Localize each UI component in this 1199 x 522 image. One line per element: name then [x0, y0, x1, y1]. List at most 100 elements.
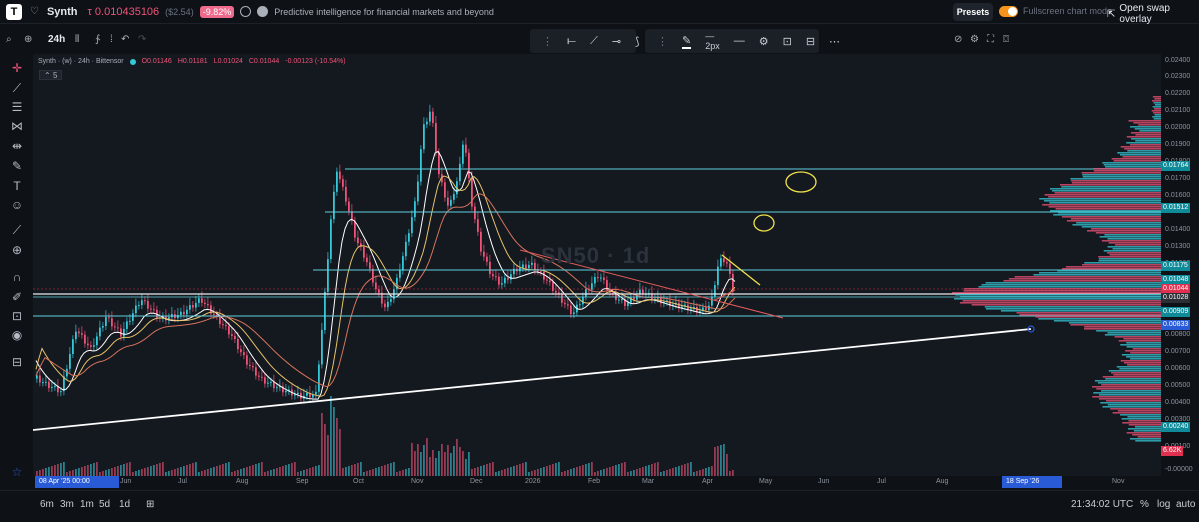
candle-body: [45, 381, 47, 383]
fullscreen-toggle[interactable]: [999, 6, 1018, 17]
undo-icon[interactable]: ↶: [121, 34, 129, 45]
volume-profile-bar: [1132, 348, 1161, 350]
candle-body: [276, 387, 278, 389]
compare-icon[interactable]: ⁞: [110, 34, 113, 45]
horizontal-line-icon[interactable]: ⊸: [612, 35, 621, 48]
indicators-icon[interactable]: ∱: [95, 34, 100, 45]
volume-profile-bar: [1068, 322, 1161, 324]
globe-icon[interactable]: [240, 6, 252, 17]
candle-body: [711, 296, 713, 306]
volume-profile-bar: [1049, 188, 1161, 190]
lock-drawings-icon[interactable]: ✐: [9, 289, 25, 305]
candle-body: [597, 277, 599, 279]
pen-icon[interactable]: ✎: [682, 34, 692, 49]
candle-body: [135, 305, 137, 314]
redo-icon[interactable]: ↷: [138, 34, 146, 45]
candles-icon[interactable]: ⫴: [75, 34, 79, 45]
candle-body: [453, 194, 455, 200]
candle-body: [306, 393, 308, 396]
zoom-icon[interactable]: ⊘: [954, 34, 962, 45]
stroke-width-selector[interactable]: — 2px: [705, 31, 720, 51]
volume-bar: [354, 464, 356, 476]
indicator-count-badge[interactable]: ⌃ 5: [39, 70, 63, 80]
range-1d[interactable]: 1d: [119, 499, 130, 510]
star-icon[interactable]: ☆: [9, 464, 25, 480]
volume-bar: [636, 469, 638, 476]
volume-profile-bar: [1123, 338, 1161, 340]
volume-profile-bar: [1048, 196, 1161, 198]
volume-bar: [507, 468, 509, 476]
candle-body: [591, 283, 593, 290]
range-5d[interactable]: 5d: [99, 499, 110, 510]
volume-bar: [108, 469, 110, 476]
fullscreen-icon[interactable]: ⛶: [987, 34, 994, 45]
volume-profile-bar: [1039, 198, 1161, 200]
emoji-tool-icon[interactable]: ☺: [9, 197, 25, 213]
range-3m[interactable]: 3m: [60, 499, 74, 510]
search-icon[interactable]: ⌕: [6, 34, 12, 45]
magnet-icon[interactable]: ∩: [9, 269, 25, 285]
subnet-name[interactable]: Synth: [47, 6, 78, 18]
trendline-tool-icon[interactable]: ⟋: [9, 80, 25, 96]
trash-icon[interactable]: ⊟: [9, 354, 25, 370]
fib-tool-icon[interactable]: ☰: [9, 99, 25, 115]
price-level-label: 0.01764: [1161, 161, 1191, 171]
github-icon[interactable]: [257, 6, 269, 17]
volume-bar: [579, 466, 581, 476]
drag-handle-icon[interactable]: ⋮: [542, 35, 553, 48]
ruler-icon[interactable]: ⟋: [9, 222, 25, 238]
brush-tool-icon[interactable]: ✎: [9, 158, 25, 174]
volume-profile-bar: [1084, 328, 1161, 330]
drag-handle-icon[interactable]: ⋮: [657, 35, 668, 48]
open-swap-button[interactable]: ⇱ Open swap overlay: [1107, 3, 1199, 25]
volume-profile-bar: [1019, 314, 1161, 316]
volume-profile-bar: [1104, 334, 1161, 336]
candle-body: [231, 334, 233, 336]
pattern-tool-icon[interactable]: ⋈: [9, 118, 25, 134]
settings-icon[interactable]: ⚙: [970, 34, 979, 45]
trend-line-icon[interactable]: ⟋: [590, 35, 598, 48]
annotation-circle-lower: [753, 214, 775, 232]
range-1m[interactable]: 1m: [80, 499, 94, 510]
padlock-icon[interactable]: ⊡: [9, 308, 25, 324]
range-tool-icon[interactable]: ⇹: [9, 138, 25, 154]
volume-bar: [453, 446, 455, 476]
volume-profile-bar: [1107, 332, 1161, 334]
range-6m[interactable]: 6m: [40, 499, 54, 510]
volume-bar: [639, 468, 641, 476]
volume-bar: [327, 435, 329, 476]
price-tick: 0.01300: [1165, 243, 1191, 250]
candle-body: [354, 220, 356, 238]
horizontal-ray-icon[interactable]: ⟝: [567, 35, 576, 48]
lock-icon[interactable]: ⊡: [783, 35, 792, 48]
interval-selector[interactable]: 24h: [48, 34, 65, 45]
calendar-icon[interactable]: ⊞: [146, 499, 154, 510]
eye-icon[interactable]: ◉: [9, 327, 25, 343]
text-tool-icon[interactable]: T: [9, 178, 25, 194]
path-icon[interactable]: ⟆: [635, 35, 639, 48]
trash-icon[interactable]: ⊟: [806, 35, 815, 48]
volume-profile-bar: [981, 284, 1161, 286]
presets-button[interactable]: Presets: [953, 3, 993, 21]
candle-body: [477, 219, 479, 232]
gear-icon[interactable]: ⚙: [759, 35, 769, 48]
auto-toggle[interactable]: auto: [1176, 499, 1195, 510]
app-logo[interactable]: T: [6, 3, 22, 20]
heart-icon[interactable]: ♡: [30, 6, 39, 17]
candle-body: [90, 345, 92, 347]
add-icon[interactable]: ⊕: [24, 34, 32, 45]
volume-bar: [612, 466, 614, 476]
camera-icon[interactable]: ⌼: [1003, 34, 1009, 45]
crosshair-icon[interactable]: ✛: [9, 60, 25, 76]
percent-toggle[interactable]: %: [1140, 499, 1149, 510]
volume-bar: [489, 463, 491, 476]
volume-bar: [180, 467, 182, 476]
candle-body: [321, 329, 323, 365]
volume-profile-bar: [1038, 318, 1161, 320]
log-toggle[interactable]: log: [1157, 499, 1170, 510]
external-link-icon: ⇱: [1107, 8, 1116, 20]
candle-body: [486, 256, 488, 262]
more-icon[interactable]: ⋯: [829, 35, 840, 48]
zoom-in-icon[interactable]: ⊕: [9, 242, 25, 258]
line-style-icon[interactable]: —: [734, 35, 745, 47]
